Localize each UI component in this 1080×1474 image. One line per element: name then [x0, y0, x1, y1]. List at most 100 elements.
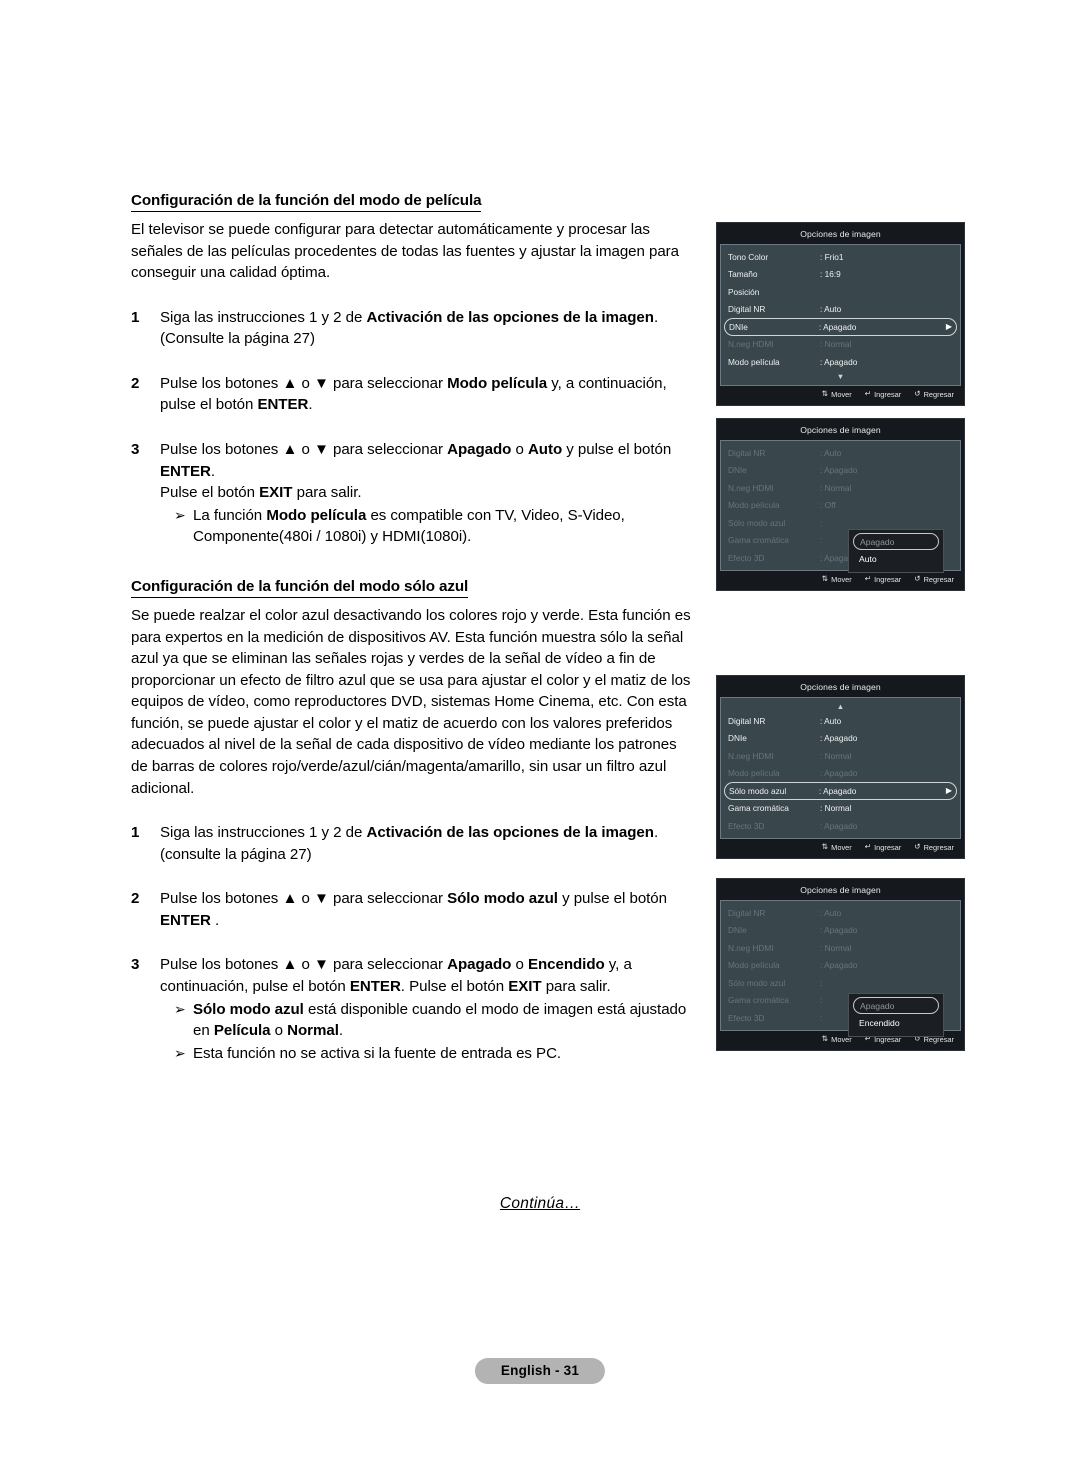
osd-title: Opciones de imagen	[800, 425, 881, 435]
osd-item-value: :	[820, 977, 823, 988]
osd-footer-label: Mover	[831, 842, 852, 852]
return-arrow-icon: ↺	[914, 842, 921, 852]
scroll-down-arrow-icon[interactable]: ▼	[721, 371, 960, 382]
osd-item-label: Digital NR	[728, 907, 766, 918]
osd-footer-enter[interactable]: ↵ Ingresar	[865, 390, 902, 399]
step-text-frag-2: y pulse el botón	[557, 890, 667, 908]
dropdown-option-1[interactable]: Auto	[853, 550, 939, 567]
osd-menu-item-4[interactable]: DNIe: Apagado ▶	[724, 318, 957, 336]
osd-item-label: Efecto 3D	[728, 552, 765, 563]
osd-item-label: DNIe	[728, 925, 747, 936]
step-text-frag-3: ENTER	[160, 911, 211, 929]
osd-item-label: N.neg HDMI	[728, 942, 774, 953]
osd-item-label: Digital NR	[728, 304, 766, 315]
step-body: Pulse los botones ▲ o ▼ para seleccionar…	[160, 373, 697, 416]
osd-footer-move[interactable]: ⇅ Mover	[822, 390, 852, 399]
step-extra-frag-2: para salir.	[292, 484, 362, 502]
osd-item-label: Efecto 3D	[728, 1012, 765, 1023]
step-gap	[131, 350, 697, 373]
osd-dropdown[interactable]: Apagado Encendido	[848, 993, 944, 1037]
osd-item-label: Tamaño	[728, 269, 758, 280]
osd-item-label: N.neg HDMI	[728, 750, 774, 761]
step-text-frag-1: Modo película	[447, 374, 548, 392]
osd-item-value: : Normal	[820, 803, 852, 814]
osd-menu-item-1: DNIe: Apagado	[721, 922, 960, 940]
osd-item-value: : Apagado	[820, 768, 858, 779]
osd-item-label: Tono Color	[728, 251, 769, 262]
chevron-right-icon[interactable]: ▶	[946, 322, 952, 331]
osd-menu-item-3[interactable]: Digital NR: Auto	[721, 301, 960, 319]
osd-menu-item-2: N.neg HDMI: Normal	[721, 747, 960, 765]
step-text-frag-4: y pulse el botón	[562, 441, 672, 459]
updown-arrow-icon: ⇅	[821, 842, 829, 852]
updown-arrow-icon: ⇅	[821, 1034, 829, 1044]
chevron-right-icon[interactable]: ▶	[946, 786, 952, 795]
osd-footer-enter[interactable]: ↵ Ingresar	[865, 843, 902, 852]
bullet-text: La función Modo película es compatible c…	[193, 505, 697, 548]
scroll-up-arrow-icon[interactable]: ▲	[721, 701, 960, 712]
bullet-arrow-icon: ➢	[174, 506, 186, 523]
osd-menu-item-0[interactable]: Tono Color: Frio1	[721, 248, 960, 266]
step-text-frag-3: Auto	[527, 441, 563, 459]
osd-menu-item-6[interactable]: Modo película : Apagado	[721, 353, 960, 371]
osd-footer-label: Mover	[831, 574, 852, 584]
instruction-text-column: Configuración de la función del modo de …	[131, 192, 697, 1064]
osd-footer-return[interactable]: ↺ Regresar	[914, 843, 954, 852]
osd-item-value: : Apagado	[819, 321, 857, 332]
step-gap	[131, 284, 697, 307]
osd-panel-2-film-mode-dropdown: Opciones de imagen Digital NR: Auto DNIe: …	[716, 418, 965, 591]
osd-title: Opciones de imagen	[800, 682, 881, 692]
osd-item-value: : Apagado	[820, 356, 858, 367]
osd-menu-item-5[interactable]: Gama cromática: Normal	[721, 800, 960, 818]
osd-menu-item-1[interactable]: Tamaño: 16:9	[721, 266, 960, 284]
osd-footer: ⇅ Mover ↵ Ingresar ↺ Regresar	[720, 570, 961, 588]
step-text-frag-5: ENTER	[349, 978, 401, 996]
step-gap	[131, 416, 697, 439]
osd-item-label: Modo película	[728, 768, 780, 779]
bullet-frag-0: Esta función no se activa si la fuente d…	[193, 1044, 562, 1062]
step-body: Siga las instrucciones 1 y 2 de Activaci…	[160, 307, 697, 350]
step-text-frag-3: Encendido	[527, 956, 605, 974]
osd-menu-item-1[interactable]: DNIe: Apagado	[721, 730, 960, 748]
step-text-frag-1: Apagado	[447, 956, 512, 974]
osd-menu-item-0[interactable]: Digital NR: Auto	[721, 712, 960, 730]
bullet-frag-1: Modo película	[266, 506, 367, 524]
osd-panel-4-blue-only-dropdown: Opciones de imagen Digital NR: Auto DNIe: …	[716, 878, 965, 1051]
osd-footer-move[interactable]: ⇅ Mover	[822, 843, 852, 852]
step-number: 3	[131, 441, 140, 459]
step-text-frag-6: . Pulse el botón	[400, 978, 509, 996]
bullet-text: Sólo modo azul está disponible cuando el…	[193, 999, 697, 1042]
osd-item-label: Modo película	[728, 356, 780, 367]
step-text-frag-3: ENTER	[257, 396, 309, 414]
osd-footer-enter[interactable]: ↵ Ingresar	[865, 575, 902, 584]
osd-dropdown[interactable]: Apagado Auto	[848, 529, 944, 573]
step-body: Pulse los botones ▲ o ▼ para seleccionar…	[160, 954, 697, 1064]
dropdown-option-1[interactable]: Encendido	[853, 1014, 939, 1031]
osd-footer-label: Mover	[831, 389, 852, 399]
dropdown-option-0[interactable]: Apagado	[853, 997, 939, 1014]
osd-menu-item-6: Efecto 3D: Apagado	[721, 817, 960, 835]
step-text-frag-0: Pulse los botones ▲ o ▼ para seleccionar	[160, 956, 448, 974]
dropdown-option-0[interactable]: Apagado	[853, 533, 939, 550]
step-text-frag-2: o	[511, 441, 528, 459]
osd-item-value: :	[820, 517, 823, 528]
page-number-badge: English - 31	[474, 1358, 606, 1384]
osd-item-value: : Normal	[820, 482, 852, 493]
step-text-frag-0: Siga las instrucciones 1 y 2 de	[160, 824, 367, 842]
osd-footer-return[interactable]: ↺ Regresar	[914, 575, 954, 584]
bullet-frag-4: Normal	[287, 1022, 339, 1040]
osd-footer-move[interactable]: ⇅ Mover	[822, 575, 852, 584]
bullet-frag-3: o	[270, 1022, 288, 1040]
osd-menu-item-4[interactable]: Sólo modo azul: Apagado ▶	[724, 782, 957, 800]
step-body: Pulse los botones ▲ o ▼ para seleccionar…	[160, 888, 697, 931]
enter-key-icon: ↵	[864, 574, 872, 584]
osd-menu-item-3: Modo película : Apagado	[721, 765, 960, 783]
step-number: 3	[131, 956, 140, 974]
step-text-frag-1: Activación de las opciones de la imagen	[366, 308, 654, 326]
osd-footer-return[interactable]: ↺ Regresar	[914, 390, 954, 399]
osd-item-value: : Apagado	[819, 785, 857, 796]
step-body: Pulse los botones ▲ o ▼ para seleccionar…	[160, 439, 697, 548]
osd-menu-item-2[interactable]: Posición	[721, 283, 960, 301]
osd-item-label: Modo película	[728, 960, 780, 971]
osd-footer-label: Regresar	[923, 574, 954, 584]
